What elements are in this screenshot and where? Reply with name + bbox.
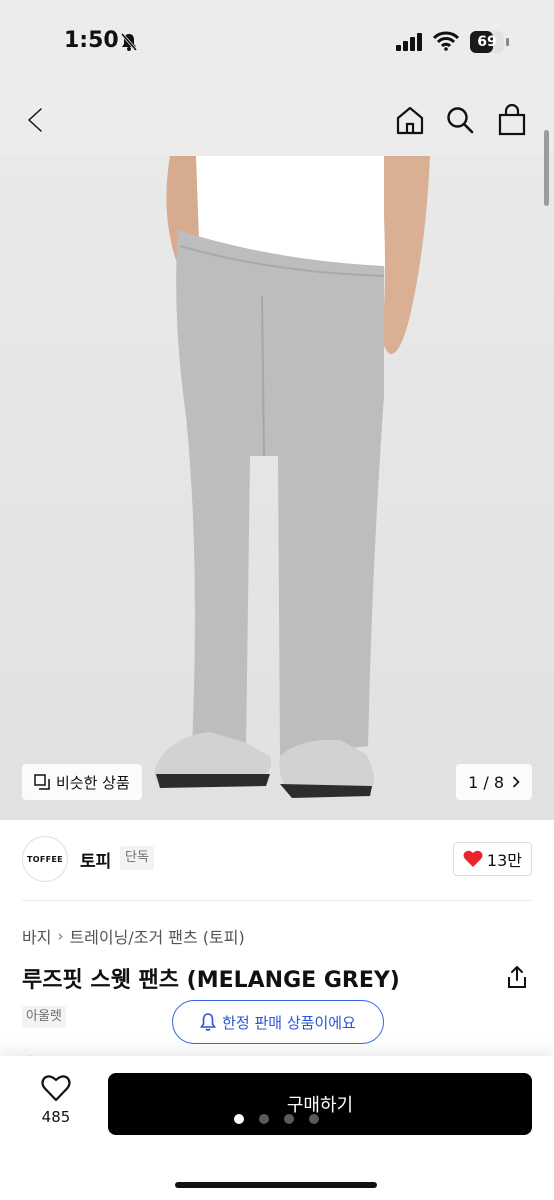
grey-sweatpants [176,230,384,756]
rating-row-partial [22,1048,162,1056]
shopping-bag-icon [498,104,526,136]
search-button[interactable] [440,100,480,140]
breadcrumb-subcategory[interactable]: 트레이닝/조거 팬츠 (토피) [69,924,244,948]
share-button[interactable] [503,963,531,991]
product-image[interactable]: 비슷한 상품 1 / 8 [0,156,554,820]
battery-icon: 69 [470,31,504,53]
image-counter[interactable]: 1 / 8 [456,764,532,800]
carousel-dot[interactable] [309,1114,319,1124]
bottom-purchase-bar: 485 구매하기 [0,1056,554,1200]
bell-icon [200,1013,217,1031]
brand-like-button[interactable]: 13만 [452,842,532,876]
carousel-dot[interactable] [259,1114,269,1124]
product-title: 루즈핏 스웻 팬츠 (MELANGE GREY) [22,968,400,993]
muted-bell-icon [120,32,138,56]
wishlist-button[interactable]: 485 [28,1074,84,1126]
battery-cap [506,38,509,46]
home-indicator[interactable] [175,1182,377,1188]
brand-like-count: 13만 [486,851,522,870]
breadcrumb: 바지 › 트레이닝/조거 팬츠 (토피) [22,924,245,948]
wishlist-count: 485 [41,1108,71,1126]
brand-logo[interactable]: TOFFEE [22,836,68,882]
cellular-signal-icon [396,33,424,55]
status-bar: 1:50 69 [0,0,554,90]
section-divider [22,900,532,901]
similar-products-label: 비슷한 상품 [56,773,130,792]
limited-sale-label: 한정 판매 상품이에요 [222,1013,356,1032]
search-icon [447,107,474,134]
wifi-icon [432,31,460,55]
carousel-dots [234,1114,334,1124]
brand-row: TOFFEE 토피 단독 13만 [22,836,532,884]
home-icon [396,106,424,135]
brand-name[interactable]: 토피 [80,847,111,872]
right-arm [382,156,430,355]
heart-outline-icon [41,1075,71,1102]
heart-filled-icon [463,850,483,867]
carousel-dot[interactable] [234,1114,244,1124]
battery-percent: 69 [477,34,497,50]
back-chevron-icon [26,107,43,133]
home-button[interactable] [390,100,430,140]
copy-squares-icon [34,774,50,790]
status-time: 1:50 [64,28,119,53]
product-photo-pants [154,156,430,798]
chevron-right-icon: › [57,927,64,945]
brand-logo-text: TOFFEE [27,854,63,864]
carousel-dot[interactable] [284,1114,294,1124]
chevron-right-icon [512,776,520,788]
cart-button[interactable] [492,100,532,140]
back-button[interactable] [16,100,56,140]
image-counter-text: 1 / 8 [468,772,504,792]
similar-products-button[interactable]: 비슷한 상품 [22,764,142,800]
buy-button[interactable]: 구매하기 [108,1073,532,1135]
limited-sale-tooltip[interactable]: 한정 판매 상품이에요 [172,1000,384,1044]
exclusive-badge: 단독 [120,846,154,870]
scroll-indicator[interactable] [544,130,549,206]
outlet-badge: 아울렛 [22,1006,66,1028]
top-navigation [0,90,554,156]
share-icon [508,966,526,988]
breadcrumb-category[interactable]: 바지 [22,924,51,948]
